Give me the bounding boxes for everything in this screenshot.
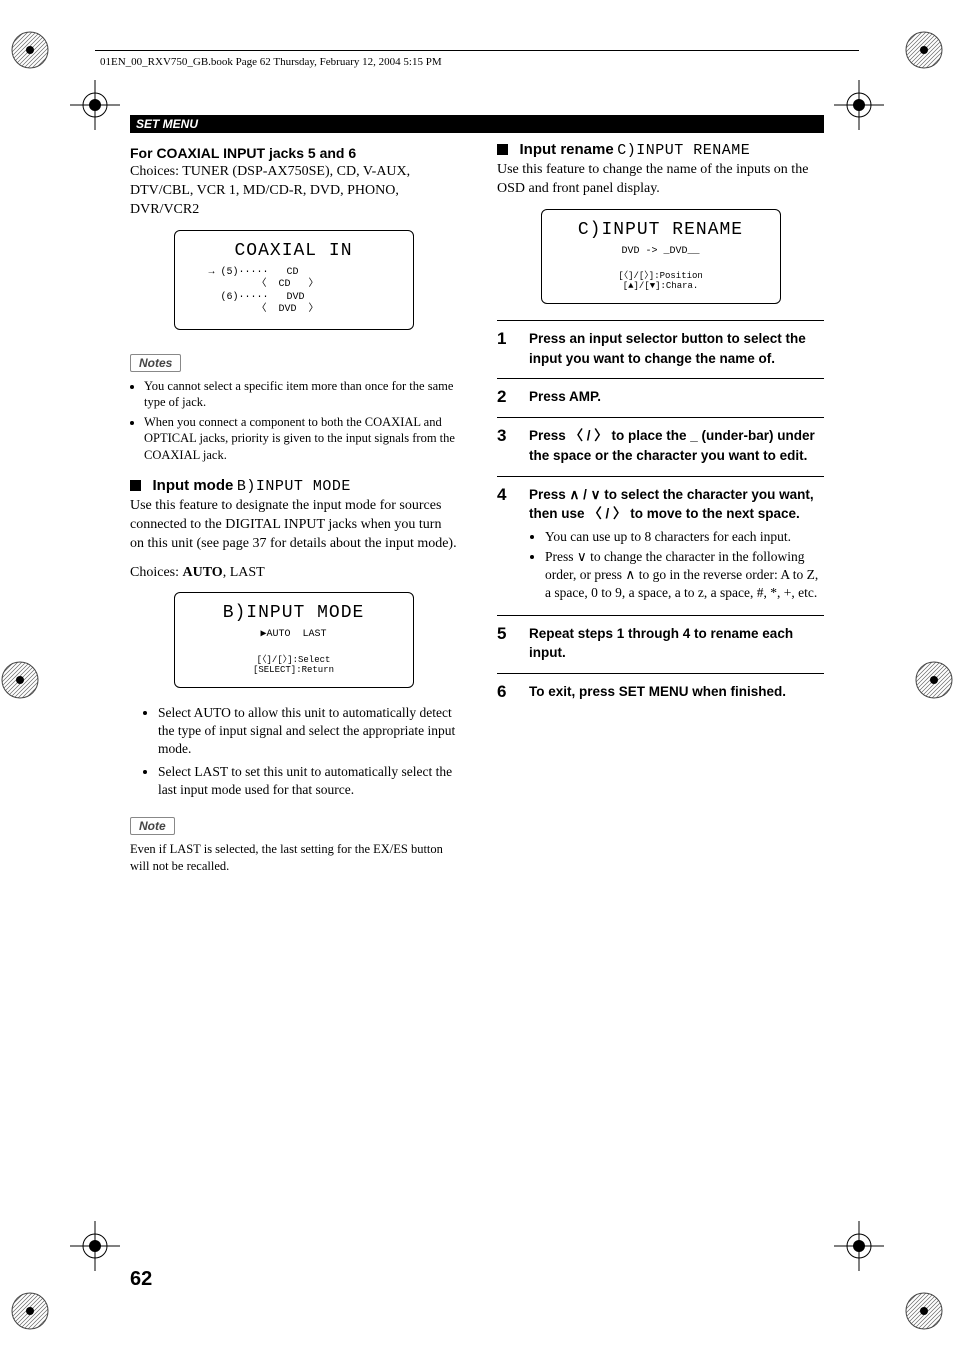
steps-list: 1 Press an input selector button to sele…: [497, 320, 824, 711]
note-item: When you connect a component to both the…: [144, 414, 457, 463]
osd-footer: [〈]/[〉]:Position [▲]/[▼]:Chara.: [556, 268, 766, 291]
osd-title: COAXIAL IN: [189, 241, 399, 261]
left-column: For COAXIAL INPUT jacks 5 and 6 Choices:…: [130, 141, 457, 885]
input-mode-bullets: Select AUTO to allow this unit to automa…: [130, 704, 457, 799]
step-text: Repeat steps 1 through 4 to rename each …: [529, 624, 824, 663]
input-mode-heading: Input mode B)INPUT MODE: [130, 477, 457, 495]
osd-coaxial-in: COAXIAL IN → (5)····· CD 〈 CD 〉 (6)·····…: [174, 230, 414, 330]
osd-body: → (5)····· CD 〈 CD 〉 (6)····· DVD 〈 DVD …: [189, 267, 399, 317]
header-rule: [95, 50, 859, 51]
input-rename-heading: Input rename C)INPUT RENAME: [497, 141, 824, 159]
single-note: Even if LAST is selected, the last setti…: [130, 841, 457, 875]
section-code: B)INPUT MODE: [237, 478, 351, 495]
input-mode-choices: Choices: AUTO, LAST: [130, 564, 457, 583]
step-number: 1: [497, 329, 515, 368]
coaxial-choices: Choices: TUNER (DSP-AX750SE), CD, V-AUX,…: [130, 163, 457, 220]
step-item: 3 Press 〈 / 〉 to place the _ (under-bar)…: [497, 417, 824, 475]
step-text: Press 〈 / 〉 to place the _ (under-bar) u…: [529, 426, 824, 465]
right-column: Input rename C)INPUT RENAME Use this fea…: [497, 141, 824, 885]
step-number: 5: [497, 624, 515, 663]
section-title: Input rename: [520, 141, 614, 158]
step-number: 4: [497, 485, 515, 605]
print-mark-icon: [914, 660, 954, 700]
print-mark-icon: [904, 1291, 944, 1331]
step-number: 2: [497, 387, 515, 407]
square-bullet-icon: [497, 144, 508, 155]
step-item: 2 Press AMP.: [497, 378, 824, 417]
section-title: Input mode: [153, 477, 234, 494]
osd-body: ▶AUTO LAST: [189, 629, 399, 642]
step-item: 6 To exit, press SET MENU when finished.: [497, 673, 824, 712]
step-text: Press AMP.: [529, 387, 601, 407]
step-text: Press an input selector button to select…: [529, 329, 824, 368]
notes-label: Notes: [130, 354, 181, 372]
crop-mark-icon: [834, 80, 884, 130]
page-number: 62: [130, 1268, 152, 1291]
print-mark-icon: [904, 30, 944, 70]
step-item: 4 Press ∧ / ∨ to select the character yo…: [497, 476, 824, 615]
step-item: 5 Repeat steps 1 through 4 to rename eac…: [497, 615, 824, 673]
step-sub-item: You can use up to 8 characters for each …: [545, 528, 824, 546]
notes-list: You cannot select a specific item more t…: [130, 378, 457, 463]
osd-title: B)INPUT MODE: [189, 603, 399, 623]
bullet-item: Select AUTO to allow this unit to automa…: [158, 704, 457, 759]
step-text: Press ∧ / ∨ to select the character you …: [529, 485, 824, 605]
crop-mark-icon: [834, 1221, 884, 1271]
step-item: 1 Press an input selector button to sele…: [497, 320, 824, 378]
crop-mark-icon: [70, 80, 120, 130]
note-label: Note: [130, 817, 175, 835]
step-text: To exit, press SET MENU when finished.: [529, 682, 786, 702]
coaxial-heading: For COAXIAL INPUT jacks 5 and 6: [130, 145, 457, 161]
input-rename-desc: Use this feature to change the name of t…: [497, 161, 824, 199]
input-mode-desc: Use this feature to designate the input …: [130, 497, 457, 554]
crop-mark-icon: [70, 1221, 120, 1271]
print-mark-icon: [10, 1291, 50, 1331]
osd-body: DVD -> _DVD__: [556, 246, 766, 259]
print-mark-icon: [0, 660, 40, 700]
print-mark-icon: [10, 30, 50, 70]
step-sub-item: Press ∨ to change the character in the f…: [545, 548, 824, 603]
note-item: You cannot select a specific item more t…: [144, 378, 457, 411]
step-number: 6: [497, 682, 515, 702]
osd-input-mode: B)INPUT MODE ▶AUTO LAST [〈]/[〉]:Select […: [174, 592, 414, 688]
osd-input-rename: C)INPUT RENAME DVD -> _DVD__ [〈]/[〉]:Pos…: [541, 209, 781, 305]
page-header-text: 01EN_00_RXV750_GB.book Page 62 Thursday,…: [100, 56, 442, 68]
square-bullet-icon: [130, 480, 141, 491]
osd-title: C)INPUT RENAME: [556, 220, 766, 240]
section-bar: SET MENU: [130, 115, 824, 133]
bullet-item: Select LAST to set this unit to automati…: [158, 763, 457, 799]
step-number: 3: [497, 426, 515, 465]
osd-footer: [〈]/[〉]:Select [SELECT]:Return: [189, 652, 399, 675]
section-code: C)INPUT RENAME: [617, 142, 750, 159]
